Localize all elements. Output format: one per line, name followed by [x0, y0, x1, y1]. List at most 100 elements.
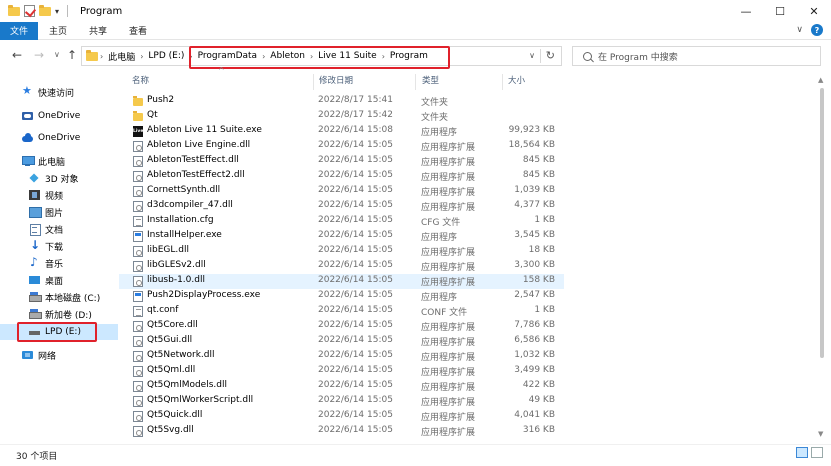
- sidebar-item-label: 下载: [45, 242, 64, 253]
- file-row[interactable]: libEGL.dll 2022/6/14 15:05 应用程序扩展 18 KB: [119, 244, 564, 259]
- sidebar-item-pictures[interactable]: 图片: [29, 204, 63, 220]
- file-row[interactable]: Qt 2022/8/17 15:42 文件夹: [119, 109, 564, 124]
- file-name: Push2DisplayProcess.exe: [147, 290, 261, 300]
- file-row[interactable]: Qt5Qml.dll 2022/6/14 15:05 应用程序扩展 3,499 KB: [119, 364, 564, 379]
- file-date: 2022/6/14 15:05: [318, 380, 393, 390]
- file-row[interactable]: Installation.cfg 2022/6/14 15:05 CFG 文件 1 K…: [119, 214, 564, 229]
- sidebar-item-music[interactable]: 音乐: [29, 255, 63, 271]
- customize-toolbar-dropdown[interactable]: ▾: [55, 7, 59, 16]
- tab-view[interactable]: 查看: [118, 22, 158, 40]
- column-header-name[interactable]: 名称: [132, 74, 312, 88]
- sidebar-item-quick-access[interactable]: 快速访问: [22, 84, 74, 100]
- file-date: 2022/8/17 15:42: [318, 110, 393, 120]
- crumb-separator[interactable]: ›: [380, 52, 387, 61]
- maximize-button[interactable]: ☐: [763, 0, 797, 22]
- column-separator[interactable]: [415, 74, 416, 90]
- file-row[interactable]: Qt5Gui.dll 2022/6/14 15:05 应用程序扩展 6,586 KB: [119, 334, 564, 349]
- refresh-icon[interactable]: ↻: [546, 49, 555, 62]
- tab-home[interactable]: 主页: [38, 22, 78, 40]
- file-row[interactable]: Push2DisplayProcess.exe 2022/6/14 15:05 应用…: [119, 289, 564, 304]
- drive-highlight-box: [17, 322, 97, 342]
- minimize-button[interactable]: —: [729, 0, 763, 22]
- file-row[interactable]: CornettSynth.dll 2022/6/14 15:05 应用程序扩展 1,0…: [119, 184, 564, 199]
- crumb-separator[interactable]: ›: [308, 52, 315, 61]
- sidebar-item-3d-objects[interactable]: 3D 对象: [29, 170, 79, 186]
- sidebar-item-documents[interactable]: 文档: [29, 221, 63, 237]
- window-title: Program: [80, 5, 123, 17]
- sidebar-item-label: 网络: [38, 351, 57, 362]
- file-row[interactable]: AbletonTestEffect2.dll 2022/6/14 15:05 应用程…: [119, 169, 564, 184]
- forward-button[interactable]: →: [34, 48, 44, 62]
- pc-icon: [22, 156, 35, 166]
- search-input[interactable]: 在 Program 中搜索: [572, 46, 821, 66]
- address-dropdown-icon[interactable]: ∨: [529, 51, 535, 60]
- sidebar-item-drive-c[interactable]: 本地磁盘 (C:): [29, 289, 100, 305]
- crumb-live-11-suite[interactable]: Live 11 Suite: [315, 51, 380, 61]
- crumb-separator[interactable]: ›: [260, 52, 267, 61]
- sidebar-item-desktop[interactable]: 桌面: [29, 272, 63, 288]
- help-icon[interactable]: ?: [811, 24, 823, 36]
- tab-share[interactable]: 共享: [78, 22, 118, 40]
- file-row[interactable]: libGLESv2.dll 2022/6/14 15:05 应用程序扩展 3,300 …: [119, 259, 564, 274]
- column-header-size[interactable]: 大小: [508, 74, 564, 88]
- file-type: 应用程序扩展: [421, 368, 476, 378]
- sidebar-item-videos[interactable]: 视频: [29, 187, 63, 203]
- back-button[interactable]: ←: [12, 48, 22, 62]
- sidebar-item-onedrive[interactable]: OneDrive: [22, 130, 80, 146]
- sidebar-item-network[interactable]: 网络: [22, 347, 56, 363]
- file-row[interactable]: AbletonTestEffect.dll 2022/6/14 15:05 应用程序…: [119, 154, 564, 169]
- column-header-type[interactable]: 类型: [422, 74, 502, 88]
- dll-icon: [133, 276, 143, 287]
- file-row[interactable]: Qt5Core.dll 2022/6/14 15:05 应用程序扩展 7,786 KB: [119, 319, 564, 334]
- onedrive-icon: [22, 133, 33, 143]
- file-row[interactable]: qt.conf 2022/6/14 15:05 CONF 文件 1 KB: [119, 304, 564, 319]
- crumb-separator[interactable]: ›: [187, 52, 194, 61]
- tab-file[interactable]: 文件: [0, 21, 39, 40]
- crumb-separator[interactable]: ›: [138, 52, 145, 61]
- properties-icon[interactable]: [24, 5, 35, 17]
- file-size: 1 KB: [534, 215, 555, 225]
- sidebar-item-onedrive-personal[interactable]: OneDrive: [22, 108, 80, 124]
- column-separator[interactable]: [502, 74, 503, 90]
- file-row[interactable]: Qt5Network.dll 2022/6/14 15:05 应用程序扩展 1,032…: [119, 349, 564, 364]
- scroll-up-icon[interactable]: ▲: [818, 76, 823, 84]
- file-date: 2022/6/14 15:05: [318, 350, 393, 360]
- crumb-programdata[interactable]: ProgramData: [195, 51, 260, 61]
- file-name: Push2: [147, 95, 175, 105]
- crumb-program[interactable]: Program: [387, 51, 431, 61]
- file-row[interactable]: Ableton Live Engine.dll 2022/6/14 15:05 应用…: [119, 139, 564, 154]
- file-row[interactable]: Push2 2022/8/17 15:41 文件夹: [119, 94, 564, 109]
- crumb-ableton[interactable]: Ableton: [267, 51, 308, 61]
- new-folder-icon[interactable]: [39, 4, 51, 16]
- address-bar[interactable]: › 此电脑 › LPD (E:) › ProgramData › Ableton…: [81, 46, 562, 69]
- file-type: 应用程序: [421, 293, 458, 303]
- sidebar-item-drive-d[interactable]: 新加卷 (D:): [29, 306, 92, 322]
- crumb-lpd-drive[interactable]: LPD (E:): [145, 51, 187, 61]
- file-row[interactable]: Qt5Quick.dll 2022/6/14 15:05 应用程序扩展 4,041 K…: [119, 409, 564, 424]
- up-button[interactable]: ↑: [67, 48, 77, 62]
- scrollbar-thumb[interactable]: [820, 88, 824, 358]
- file-date: 2022/6/14 15:05: [318, 260, 393, 270]
- file-name: InstallHelper.exe: [147, 230, 222, 240]
- file-row[interactable]: Live Ableton Live 11 Suite.exe 2022/6/14 1…: [119, 124, 564, 139]
- column-header-date[interactable]: 修改日期: [319, 74, 415, 88]
- sidebar-item-this-pc[interactable]: 此电脑: [22, 153, 65, 169]
- large-icons-view-button[interactable]: [811, 447, 823, 458]
- file-row[interactable]: Qt5QmlWorkerScript.dll 2022/6/14 15:05 应用程…: [119, 394, 564, 409]
- expand-ribbon-icon[interactable]: ∨: [796, 25, 803, 35]
- column-separator[interactable]: [313, 74, 314, 90]
- file-row[interactable]: libusb-1.0.dll 2022/6/14 15:05 应用程序扩展 158 K…: [119, 274, 564, 289]
- file-row[interactable]: Qt5Svg.dll 2022/6/14 15:05 应用程序扩展 316 KB: [119, 424, 564, 439]
- file-row[interactable]: d3dcompiler_47.dll 2022/6/14 15:05 应用程序扩展 4…: [119, 199, 564, 214]
- recent-locations-button[interactable]: ∨: [54, 50, 60, 59]
- file-row[interactable]: InstallHelper.exe 2022/6/14 15:05 应用程序 3,54…: [119, 229, 564, 244]
- close-button[interactable]: ✕: [797, 0, 831, 22]
- crumb-separator[interactable]: ›: [98, 52, 105, 61]
- file-row[interactable]: Qt5QmlModels.dll 2022/6/14 15:05 应用程序扩展 422…: [119, 379, 564, 394]
- dll-icon: [133, 261, 143, 272]
- file-type: 应用程序扩展: [421, 398, 476, 408]
- crumb-this-pc[interactable]: 此电脑: [105, 50, 138, 63]
- details-view-button[interactable]: [796, 447, 808, 458]
- sidebar-item-downloads[interactable]: 下载: [29, 238, 63, 254]
- scroll-down-icon[interactable]: ▼: [818, 430, 823, 438]
